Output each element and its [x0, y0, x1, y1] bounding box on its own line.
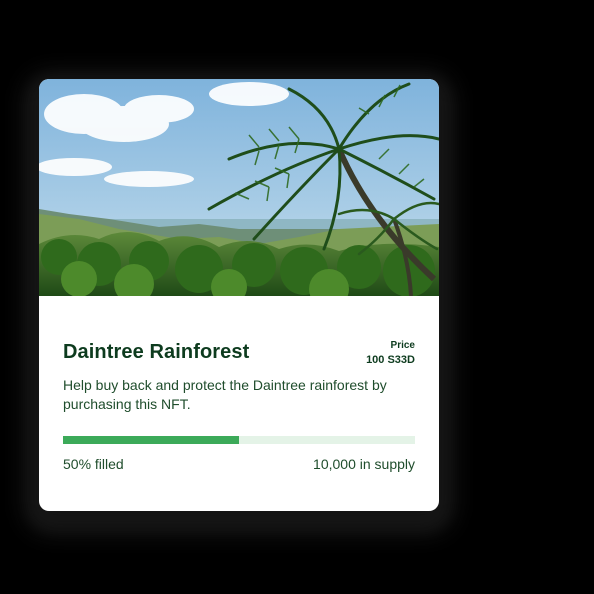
nft-card[interactable]: Daintree Rainforest Price 100 S33D Help …	[39, 79, 439, 511]
card-title: Daintree Rainforest	[63, 341, 250, 363]
price-label: Price	[390, 340, 415, 351]
price-block: Price 100 S33D	[366, 339, 415, 368]
filled-label: 50% filled	[63, 456, 124, 472]
rainforest-photo	[39, 79, 439, 296]
card-description: Help buy back and protect the Daintree r…	[63, 377, 387, 412]
stage: Daintree Rainforest Price 100 S33D Help …	[0, 0, 594, 594]
progress-bar	[63, 436, 415, 444]
price-value: 100 S33D	[366, 354, 415, 366]
supply-label: 10,000 in supply	[313, 456, 415, 472]
progress-fill	[63, 436, 239, 444]
title-row: Daintree Rainforest Price 100 S33D	[63, 321, 415, 368]
card-body: Daintree Rainforest Price 100 S33D Help …	[39, 296, 439, 511]
stats-row: 50% filled 10,000 in supply	[63, 456, 415, 472]
